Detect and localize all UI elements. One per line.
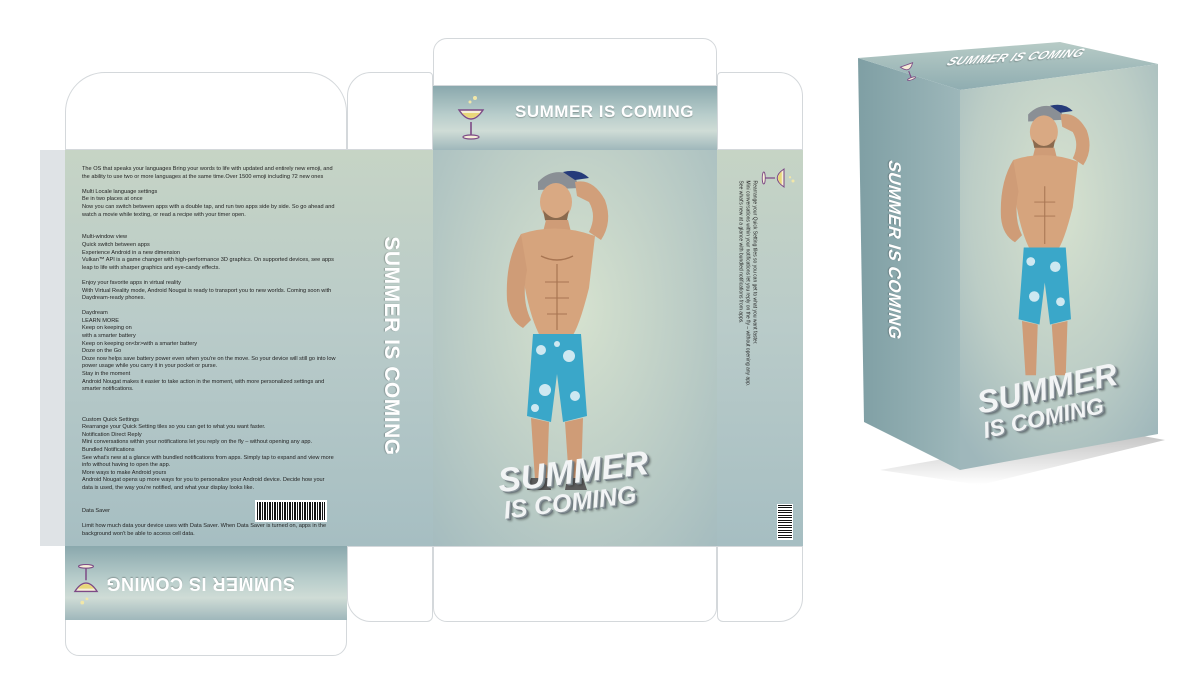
back-panel-line [82, 303, 342, 311]
bottom-band: SUMMER IS COMING [65, 546, 347, 620]
back-panel-line: Experience Android in a new dimension [82, 249, 180, 256]
back-panel-line: the ability to use two or more languages… [82, 173, 324, 180]
back-panel-line: Limit how much data your device uses wit… [82, 522, 327, 529]
cocktail-glass-icon [457, 96, 485, 140]
back-panel-line: See what's new at a glance with bundled … [82, 454, 334, 461]
cocktail-glass-icon [73, 563, 99, 605]
top-right-side-flap [717, 72, 803, 150]
back-panel-line [82, 493, 342, 501]
back-panel-line: Mini conversations within your notificat… [82, 439, 313, 446]
bottom-center-flap [433, 546, 717, 622]
top-left-side-flap [347, 72, 433, 150]
back-panel-line: LEARN MORE [82, 317, 119, 324]
top-tuck-flap [433, 38, 717, 86]
back-panel-line [82, 227, 342, 235]
front-top-band: SUMMER IS COMING [433, 86, 717, 150]
dieline-mockup-canvas: { "brand": { "title": "SUMMER IS COMING"… [0, 0, 1198, 694]
back-panel-line: with a smarter battery [82, 333, 136, 340]
back-panel-line: Android Nougat makes it easier to take a… [82, 378, 325, 385]
barcode-icon [255, 500, 327, 522]
bottom-left-side-flap [347, 546, 433, 622]
barcode-icon [777, 504, 793, 540]
back-panel-line [82, 394, 342, 402]
back-panel-line: info without having to open the app. [82, 462, 171, 469]
right-side-copy: Rearrange your Quick Setting tiles so yo… [737, 181, 758, 521]
back-panel-line: Bundled Notifications [82, 446, 135, 453]
back-panel-line: smarter notifications. [82, 386, 134, 393]
back-panel-line: Keep on keeping on [82, 325, 132, 332]
right-side-line: See what's new at a glance with bundled … [737, 180, 744, 324]
back-panel-line: Multi Locale language settings [82, 188, 158, 195]
box-3d-mockup: SUMMER IS COMING SUMMER IS COMING SUMMER… [840, 30, 1180, 490]
back-panel-line: watch a movie while texting, or read a r… [82, 211, 246, 218]
bottom-band-title: SUMMER IS COMING [105, 574, 295, 594]
back-panel-line: Multi-window view [82, 234, 128, 241]
back-panel-line: With Virtual Reality mode, Android Nouga… [82, 287, 332, 294]
back-panel-line: background won't be able to access cell … [82, 530, 195, 537]
back-panel-line [82, 272, 342, 280]
back-panel-line: More ways to make Android yours [82, 469, 167, 476]
back-panel-line: Android Nougat opens up more ways for yo… [82, 477, 325, 484]
bottom-band-rotated-group: SUMMER IS COMING [65, 546, 347, 620]
top-left-dust-flap [65, 72, 347, 150]
back-panel-line: Doze on the Go [82, 348, 122, 355]
back-panel-line [82, 538, 342, 546]
back-panel-line: Be in two places at once [82, 196, 143, 203]
top-band-title: SUMMER IS COMING [515, 102, 694, 121]
left-side-vertical-title: SUMMER IS COMING [380, 236, 403, 456]
right-side-line: Rearrange your Quick Setting tiles so yo… [751, 180, 758, 345]
fitness-model-illustration [1000, 104, 1090, 376]
back-panel-line [82, 219, 342, 227]
back-panel-line: Daydream-ready phones. [82, 295, 146, 302]
back-panel-line: Enjoy your favorite apps in virtual real… [82, 279, 181, 286]
back-panel-line [82, 401, 342, 409]
back-panel-line: Vulkan™ API is a game changer with high-… [82, 257, 334, 264]
back-panel-line: leap to life with sharper graphics and e… [82, 264, 220, 271]
left-side-panel: SUMMER IS COMING [347, 150, 433, 546]
box-dieline: SUMMER IS COMING SUMMER IS COMING The OS… [0, 0, 820, 694]
back-panel-line: The OS that speaks your languages Bring … [82, 166, 333, 172]
glue-tab [40, 150, 66, 546]
back-panel-line: Doze now helps save battery power even w… [82, 355, 336, 362]
bottom-right-side-flap [717, 546, 803, 622]
right-side-panel: Rearrange your Quick Setting tiles so yo… [717, 150, 803, 546]
back-panel-line: Quick switch between apps [82, 241, 150, 248]
back-panel-line: Stay in the moment [82, 371, 131, 378]
back-panel-line: Rearrange your Quick Setting tiles so yo… [82, 424, 266, 431]
back-panel-line: Custom Quick Settings [82, 416, 139, 423]
front-panel: SUMMER IS COMING [433, 150, 717, 546]
right-side-line: Mini conversations within your notificat… [744, 180, 751, 387]
back-panel-line [82, 181, 342, 189]
back-panel-line: Keep on keeping on<br>with a smarter bat… [82, 340, 198, 347]
back-panel-line: Now you can switch between apps with a d… [82, 203, 335, 210]
back-panel: The OS that speaks your languages Bring … [65, 150, 347, 574]
back-panel-line: data is used, the way you're notified, a… [82, 484, 255, 491]
cocktail-glass-icon [761, 168, 795, 188]
back-panel-line [82, 409, 342, 417]
box-side-title: SUMMER IS COMING [885, 157, 904, 343]
back-panel-line: Notification Direct Reply [82, 431, 142, 438]
back-panel-line: power usage while you carry it in your p… [82, 363, 218, 370]
back-panel-line: Daydream [82, 310, 108, 317]
